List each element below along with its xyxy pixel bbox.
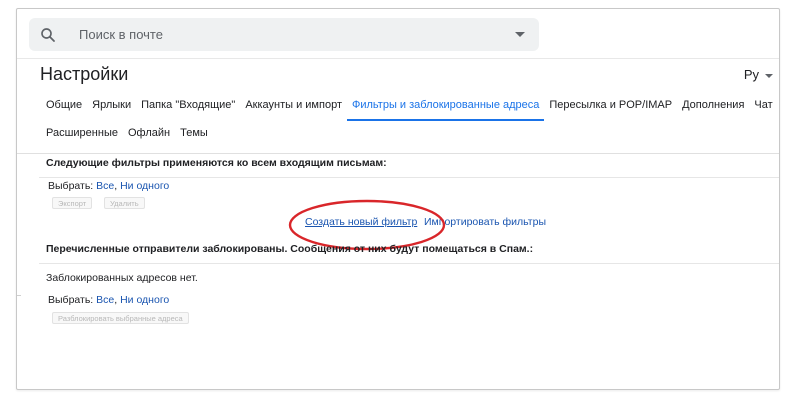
- filters-select-line: Выбрать: Все, Ни одного: [48, 180, 169, 192]
- language-chevron-down-icon[interactable]: [765, 74, 773, 78]
- blocked-divider: [39, 263, 779, 264]
- tab-inbox[interactable]: Папка "Входящие": [141, 99, 235, 121]
- tab-general[interactable]: Общие: [46, 99, 82, 121]
- tabs-divider: [17, 153, 779, 154]
- unblock-selected-button[interactable]: Разблокировать выбранные адреса: [52, 312, 189, 324]
- filters-select-separator: ,: [114, 180, 118, 192]
- settings-window: Поиск в почте Настройки Ру Общие Ярлыки …: [16, 8, 780, 390]
- tab-offline[interactable]: Офлайн: [128, 127, 170, 147]
- blocked-select-line: Выбрать: Все, Ни одного: [48, 294, 169, 306]
- tab-addons[interactable]: Дополнения: [682, 99, 744, 121]
- search-placeholder[interactable]: Поиск в почте: [79, 27, 163, 42]
- settings-tabs-row-1: Общие Ярлыки Папка "Входящие" Аккаунты и…: [46, 99, 779, 121]
- tab-chat[interactable]: Чат: [754, 99, 772, 121]
- blocked-select-separator: ,: [114, 294, 118, 306]
- tab-labels[interactable]: Ярлыки: [92, 99, 131, 121]
- search-bar[interactable]: Поиск в почте: [29, 18, 539, 51]
- blocked-select-label: Выбрать:: [48, 294, 94, 306]
- page-title: Настройки: [40, 64, 129, 84]
- blocked-heading: Перечисленные отправители заблокированы.…: [46, 243, 534, 255]
- filters-select-all-link[interactable]: Все: [96, 180, 114, 192]
- filters-select-label: Выбрать:: [48, 180, 94, 192]
- filters-divider: [39, 177, 779, 178]
- tab-accounts-import[interactable]: Аккаунты и импорт: [245, 99, 342, 121]
- delete-button[interactable]: Удалить: [104, 197, 145, 209]
- search-icon[interactable]: [39, 26, 57, 44]
- blocked-empty-text: Заблокированных адресов нет.: [46, 272, 198, 284]
- side-divider-mark: [17, 295, 21, 296]
- tab-advanced[interactable]: Расширенные: [46, 127, 118, 147]
- blocked-select-none-link[interactable]: Ни одного: [120, 294, 169, 306]
- header-divider: [17, 58, 779, 59]
- filters-select-none-link[interactable]: Ни одного: [120, 180, 169, 192]
- tab-forwarding-pop-imap[interactable]: Пересылка и POP/IMAP: [549, 99, 672, 121]
- tab-themes[interactable]: Темы: [180, 127, 208, 147]
- blocked-select-all-link[interactable]: Все: [96, 294, 114, 306]
- export-button[interactable]: Экспорт: [52, 197, 93, 209]
- language-selector[interactable]: Ру: [744, 67, 759, 82]
- search-options-chevron-down-icon[interactable]: [515, 32, 525, 37]
- filters-heading: Следующие фильтры применяются ко всем вх…: [46, 157, 387, 169]
- tab-filters-blocked[interactable]: Фильтры и заблокированные адреса: [346, 99, 545, 121]
- settings-tabs-row-2: Расширенные Офлайн Темы: [46, 127, 218, 147]
